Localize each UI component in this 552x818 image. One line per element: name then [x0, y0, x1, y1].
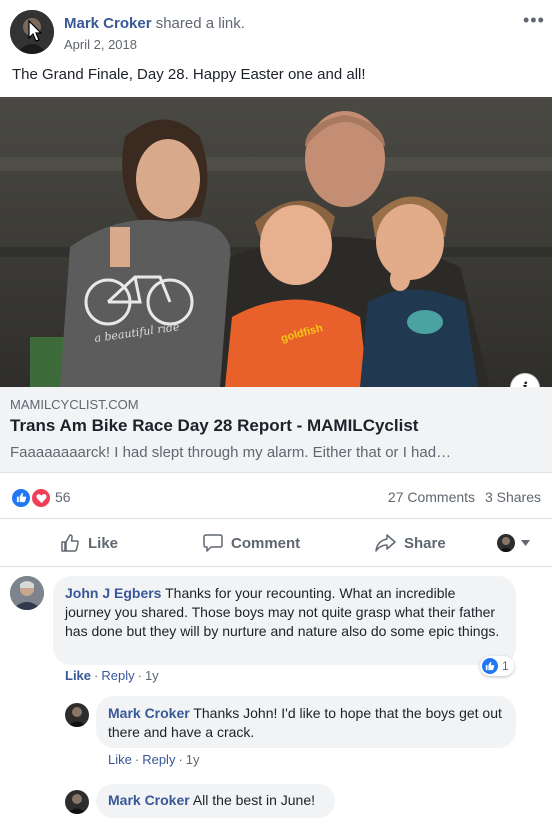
engagement-counts: 27 Comments 3 Shares — [382, 489, 541, 505]
post-verb: shared a link. — [155, 15, 245, 32]
post-header: Mark Croker shared a link. — [64, 15, 245, 32]
divider — [0, 566, 552, 567]
reply-like-link[interactable]: Like — [108, 752, 132, 767]
thumbs-up-icon — [61, 534, 79, 552]
chevron-down-icon — [521, 540, 530, 546]
commenter-avatar[interactable] — [10, 576, 44, 610]
replier-avatar[interactable] — [65, 703, 89, 727]
post-author-link[interactable]: Mark Croker — [64, 15, 152, 32]
reply-actions: Like · Reply · 1y — [108, 752, 200, 767]
comment-bubble: John J Egbers Thanks for your recounting… — [53, 576, 516, 665]
author-avatar[interactable] — [10, 10, 54, 54]
post-text: The Grand Finale, Day 28. Happy Easter o… — [12, 66, 366, 83]
comment-reaction-badge[interactable]: 1 — [480, 656, 514, 676]
post-timestamp[interactable]: April 2, 2018 — [64, 37, 137, 52]
link-domain: MAMILCYCLIST.COM — [10, 397, 139, 412]
like-label: Like — [88, 534, 119, 552]
replier-avatar[interactable] — [65, 790, 89, 814]
comment-reply-link[interactable]: Reply — [101, 668, 134, 683]
comments-count[interactable]: 27 Comments — [388, 489, 475, 505]
comment-like-link[interactable]: Like — [65, 668, 91, 683]
link-title[interactable]: Trans Am Bike Race Day 28 Report - MAMIL… — [10, 416, 418, 436]
love-icon — [30, 487, 52, 509]
like-button[interactable]: Like — [60, 531, 118, 555]
reply-text: All the best in June! — [192, 792, 316, 808]
reply-reply-link[interactable]: Reply — [142, 752, 175, 767]
comment-time[interactable]: 1y — [145, 668, 159, 683]
share-button[interactable]: Share — [374, 531, 446, 555]
reply-bubble: Mark Croker All the best in June! — [96, 784, 335, 818]
link-description: Faaaaaaaarck! I had slept through my ala… — [10, 444, 452, 461]
comment-button[interactable]: Comment — [203, 531, 300, 555]
comment-actions: Like · Reply · 1y — [65, 668, 159, 683]
more-options-icon[interactable]: ••• — [523, 10, 545, 31]
reply-time[interactable]: 1y — [186, 752, 200, 767]
divider — [0, 518, 552, 519]
comment-author[interactable]: John J Egbers — [65, 585, 161, 601]
reaction-count[interactable]: 56 — [55, 489, 71, 505]
viewer-avatar — [497, 534, 515, 552]
comment-label: Comment — [231, 534, 301, 552]
shares-count[interactable]: 3 Shares — [485, 489, 541, 505]
share-icon — [375, 534, 396, 552]
reply-author[interactable]: Mark Croker — [108, 792, 190, 808]
comment-reaction-count: 1 — [502, 659, 509, 673]
comment-icon — [203, 534, 223, 552]
share-label: Share — [404, 534, 446, 552]
reaction-as-selector[interactable] — [497, 533, 533, 553]
shared-link-image[interactable]: a beautiful ride goldfish — [0, 97, 552, 387]
like-icon — [10, 487, 32, 509]
reply-bubble: Mark Croker Thanks John! I'd like to hop… — [96, 696, 516, 748]
reply-author[interactable]: Mark Croker — [108, 705, 190, 721]
like-icon — [482, 658, 498, 674]
